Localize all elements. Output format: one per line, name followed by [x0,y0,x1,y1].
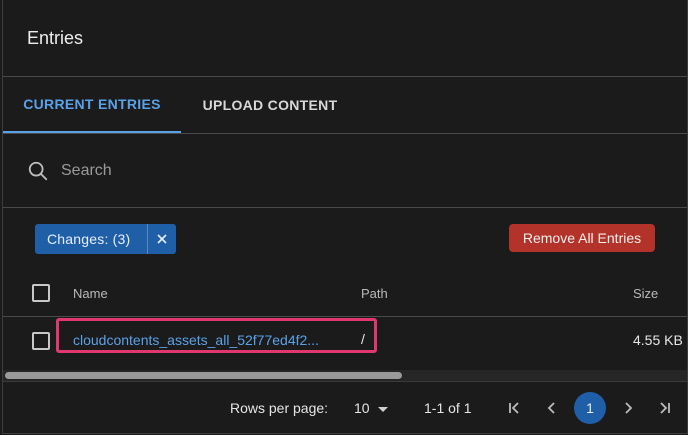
column-path-header: Path [361,286,388,301]
rows-per-page-select[interactable]: 10 [354,400,370,416]
entry-size: 4.55 KB [633,332,683,348]
previous-page-icon[interactable] [542,398,562,418]
highlight-box [56,318,377,353]
horizontal-scrollbar[interactable] [3,370,687,381]
page-range: 1-1 of 1 [424,400,472,416]
table-row: cloudcontents_assets_all_52f77ed4f2... /… [3,317,687,365]
entries-panel: Entries CURRENT ENTRIES UPLOAD CONTENT C… [2,0,688,434]
first-page-icon[interactable] [504,398,524,418]
search-bar [3,134,687,208]
tab-upload-content[interactable]: UPLOAD CONTENT [181,77,359,133]
changes-chip[interactable]: Changes: (3) [35,224,176,254]
remove-all-entries-button[interactable]: Remove All Entries [509,224,655,252]
select-all-checkbox[interactable] [32,284,50,302]
search-input[interactable] [59,160,623,181]
pagination-bar: Rows per page: 10 1-1 of 1 1 [3,381,687,433]
last-page-icon[interactable] [655,398,675,418]
panel-header: Entries [3,0,687,77]
rows-per-page-label: Rows per page: [230,400,329,416]
next-page-icon[interactable] [618,398,638,418]
filter-row: Changes: (3) Remove All Entries [3,208,687,270]
table-header: Name Path Size [3,270,687,317]
column-name-header: Name [73,286,108,301]
tab-bar: CURRENT ENTRIES UPLOAD CONTENT [3,77,687,134]
entries-table: Name Path Size cloudcontents_assets_all_… [3,270,687,375]
page-1-button[interactable]: 1 [574,392,606,424]
scrollbar-thumb[interactable] [5,372,402,379]
entry-path: / [361,331,365,347]
page-title: Entries [27,27,84,48]
row-checkbox[interactable] [32,332,50,350]
changes-chip-label: Changes: (3) [47,231,131,247]
chip-divider [147,224,148,254]
close-icon[interactable] [154,231,170,247]
search-icon [28,161,48,180]
column-size-header: Size [633,286,659,301]
tab-current-entries[interactable]: CURRENT ENTRIES [3,77,181,133]
caret-down-icon[interactable] [373,399,393,419]
